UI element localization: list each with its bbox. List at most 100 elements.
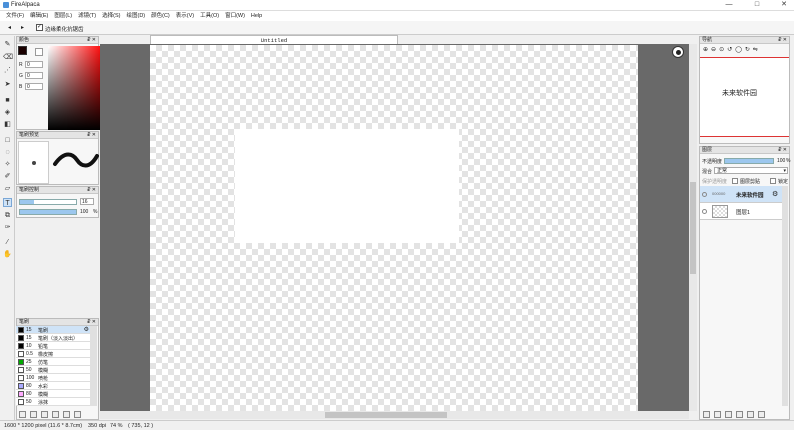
document-tab[interactable]: Untitled [150,35,398,44]
brush-list-scrollbar[interactable] [90,326,97,406]
brush-list-item[interactable]: 100 喷枪 [16,374,90,382]
brush-list-item[interactable]: 15 笔刷 ⚙ [16,326,90,334]
text-tool-icon[interactable]: T [3,198,12,207]
menu-help[interactable]: Help [248,11,265,21]
layer-list-scrollbar[interactable] [782,186,788,406]
brush-import-icon[interactable] [63,411,70,418]
clip-label: 图层剪贴 [740,179,761,185]
zoom-in-icon[interactable]: ⊕ [703,46,708,53]
reset-rotation-icon[interactable]: ◯ [735,46,742,53]
fill-tool-icon[interactable]: ■ [3,96,12,105]
eraser-tool-icon[interactable]: ⌫ [3,53,13,62]
bucket-tool-icon[interactable]: ◈ [3,108,12,117]
delete-brush-icon[interactable] [74,411,81,418]
background-swatch[interactable] [35,48,43,56]
b-input[interactable]: 0 [25,83,43,90]
navigator-preview[interactable]: 未来软件园 [700,57,789,137]
menu-edit[interactable]: 编辑(E) [27,11,51,21]
protect-alpha-label[interactable]: 保护透明度 [702,178,727,185]
brush-list-item[interactable]: 50 涂抹 [16,398,90,406]
new-layer-icon[interactable] [703,411,710,418]
brush-tool-icon[interactable]: ✑ [3,223,12,232]
r-input[interactable]: 0 [25,61,43,68]
pen-tool-icon[interactable]: ✎ [3,40,12,49]
eye-icon[interactable] [702,192,707,197]
menu-draw[interactable]: 绘图(D) [123,11,148,21]
brush-list-item[interactable]: 80 水彩 [16,382,90,390]
magic-wand-icon[interactable]: ✧ [3,160,12,169]
layer-settings-gear-icon[interactable]: ⚙ [772,190,778,198]
menu-select[interactable]: 选择(S) [99,11,123,21]
layer-opacity-slider[interactable] [724,158,774,164]
new-folder-icon[interactable] [714,411,721,418]
lasso-tool-icon[interactable]: ◌ [3,148,12,157]
select-pen-icon[interactable]: ✐ [3,172,12,181]
menu-view[interactable]: 表示(V) [173,11,197,21]
eye-icon[interactable] [702,209,707,214]
color-picker-square[interactable] [48,46,104,130]
g-input[interactable]: 0 [25,72,43,79]
dot-tool-icon[interactable]: ⋰ [3,66,12,75]
vertical-scroll-thumb[interactable] [690,182,696,274]
gradient-tool-icon[interactable]: ◧ [3,120,12,129]
menu-window[interactable]: 窗口(W) [222,11,248,21]
brush-list-item[interactable]: 15 笔刷（淡入淡出） [16,334,90,342]
panel-buttons[interactable]: ₽ ✕ [87,37,96,44]
menu-tools[interactable]: 工具(O) [197,11,222,21]
menu-file[interactable]: 文件(F) [3,11,27,21]
redo-button[interactable]: ▸ [18,24,27,32]
maximize-button[interactable]: □ [748,0,766,10]
select-eraser-icon[interactable]: ▱ [3,184,12,193]
brush-opacity-slider[interactable] [19,209,77,215]
panel-buttons[interactable]: ₽ ✕ [778,147,787,154]
foreground-swatch[interactable] [18,46,27,55]
zoom-out-icon[interactable]: ⊖ [711,46,716,53]
rotate-left-icon[interactable]: ↺ [727,46,732,53]
panel-buttons[interactable]: ₽ ✕ [778,37,787,44]
menu-color[interactable]: 颜色(C) [148,11,173,21]
new-brush-icon[interactable] [19,411,26,418]
hand-tool-icon[interactable]: ✋ [3,250,12,259]
blend-mode-select[interactable]: 正常 ▾ [714,167,788,174]
brush-list-item[interactable]: 50 模糊 [16,366,90,374]
antialias-checkbox[interactable]: ✓ [36,24,43,31]
minimize-button[interactable]: — [720,0,738,10]
brush-name-label: 水彩 [38,384,49,390]
flip-icon[interactable]: ⇋ [753,46,758,53]
brush-list-item[interactable]: 25 仿笔 [16,358,90,366]
merge-layer-icon[interactable] [736,411,743,418]
close-button[interactable]: ✕ [775,0,793,10]
layer-row-text[interactable]: 000000 未来软件园 ⚙ [700,186,782,203]
panel-buttons[interactable]: ₽ ✕ [87,187,96,194]
layer-row-1[interactable]: 图层1 [700,203,782,220]
lock-checkbox[interactable] [770,178,776,184]
panel-buttons[interactable]: ₽ ✕ [87,319,96,326]
menu-layer[interactable]: 图层(L) [51,11,75,21]
brush-folder-icon[interactable] [52,411,59,418]
undo-button[interactable]: ◂ [5,24,14,32]
horizontal-scroll-thumb[interactable] [325,412,447,418]
eyedropper-icon[interactable]: ⁄ [3,238,12,247]
rotate-right-icon[interactable]: ↻ [745,46,750,53]
crop-tool-icon[interactable]: ⧉ [3,211,12,220]
brush-list-item[interactable]: 10 铅笔 [16,342,90,350]
brush-stroke-preview [53,152,99,168]
brush-size-input[interactable]: 16 [80,198,94,205]
duplicate-brush-icon[interactable] [30,411,37,418]
menu-filter[interactable]: 滤镜(T) [75,11,99,21]
brush-opacity-value: 100 [80,209,89,215]
duplicate-layer-icon[interactable] [725,411,732,418]
brush-settings-gear-icon[interactable]: ⚙ [84,326,89,333]
clip-checkbox[interactable] [732,178,738,184]
brush-settings-icon[interactable] [41,411,48,418]
brush-list-item[interactable]: 0.5 橡皮擦 [16,350,90,358]
move-tool-icon[interactable]: ➤ [3,80,12,89]
brush-list-item[interactable]: 80 模糊 [16,390,90,398]
clear-layer-icon[interactable] [747,411,754,418]
select-tool-icon[interactable]: □ [3,136,12,145]
brush-name-label: 模糊 [38,368,49,374]
zoom-fit-icon[interactable]: ⊙ [719,46,724,53]
brush-size-slider[interactable] [19,199,77,205]
panel-buttons[interactable]: ₽ ✕ [87,132,96,139]
delete-layer-icon[interactable] [758,411,765,418]
